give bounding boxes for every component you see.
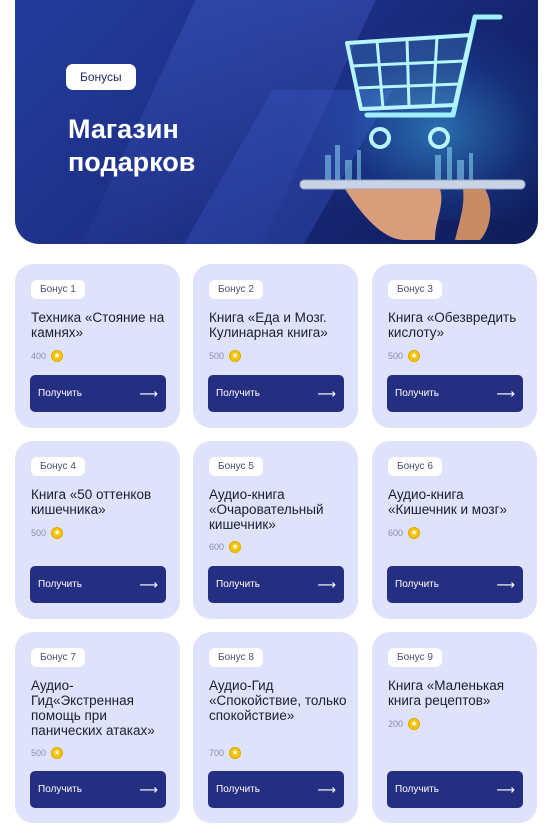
- price-value: 600: [388, 528, 404, 538]
- bonus-card: Бонус 6 Аудио-книга «Кишечник и мозг» 60…: [372, 441, 537, 619]
- get-bonus-button[interactable]: Получить ⟶: [30, 771, 166, 808]
- hero-banner: Бонусы Магазин подарков: [15, 0, 538, 244]
- bonus-card: Бонус 7 Аудио-Гид«Экстренная помощь при …: [15, 632, 180, 823]
- get-bonus-button[interactable]: Получить ⟶: [208, 771, 344, 808]
- coin-icon: ★: [408, 350, 421, 362]
- shopping-cart-icon: [299, 14, 526, 240]
- get-bonus-button[interactable]: Получить ⟶: [387, 375, 523, 412]
- bonus-card: Бонус 3 Книга «Обезвредить кислоту» 500 ★…: [372, 264, 537, 428]
- button-label: Получить: [216, 784, 260, 795]
- arrow-right-icon: ⟶: [317, 782, 336, 797]
- bonus-price: 500 ★: [209, 350, 242, 362]
- button-label: Получить: [38, 579, 82, 590]
- arrow-right-icon: ⟶: [496, 782, 515, 797]
- bonus-card: Бонус 2 Книга «Еда и Мозг. Кулинарная кн…: [193, 264, 358, 428]
- bonus-tag: Бонус 5: [209, 457, 263, 476]
- bonus-tag: Бонус 6: [388, 457, 442, 476]
- get-bonus-button[interactable]: Получить ⟶: [387, 566, 523, 603]
- bonus-tag: Бонус 3: [388, 280, 442, 299]
- get-bonus-button[interactable]: Получить ⟶: [208, 375, 344, 412]
- button-label: Получить: [38, 784, 82, 795]
- bonus-card: Бонус 4 Книга «50 оттенков кишечника» 50…: [15, 441, 180, 619]
- bonus-title: Книга «50 оттенков кишечника»: [31, 487, 152, 517]
- bonus-tag: Бонус 1: [31, 280, 85, 299]
- price-value: 200: [388, 719, 404, 729]
- button-label: Получить: [38, 388, 82, 399]
- get-bonus-button[interactable]: Получить ⟶: [208, 566, 344, 603]
- bonus-title: Аудио-Гид «Спокойствие, только спокойств…: [209, 678, 347, 723]
- bonus-price: 400 ★: [31, 350, 64, 362]
- bonus-title: Аудио-Гид«Экстренная помощь при паническ…: [31, 678, 155, 738]
- bonus-tag: Бонус 8: [209, 648, 263, 667]
- button-label: Получить: [395, 388, 439, 399]
- bonus-price: 600 ★: [388, 527, 421, 539]
- coin-icon: ★: [229, 747, 242, 759]
- coin-icon: ★: [229, 350, 242, 362]
- bonus-title: Аудио-книга «Очаровательный кишечник»: [209, 487, 324, 532]
- coin-icon: ★: [408, 527, 421, 539]
- coin-icon: ★: [51, 527, 64, 539]
- bonus-tag: Бонус 4: [31, 457, 85, 476]
- bonus-badge: Бонусы: [66, 64, 136, 90]
- bonus-title: Книга «Обезвредить кислоту»: [388, 310, 517, 340]
- bonus-price: 500 ★: [388, 350, 421, 362]
- price-value: 700: [209, 748, 225, 758]
- price-value: 400: [31, 351, 47, 361]
- bonus-price: 500 ★: [31, 527, 64, 539]
- price-value: 500: [31, 528, 47, 538]
- price-value: 600: [209, 542, 225, 552]
- coin-icon: ★: [51, 350, 64, 362]
- get-bonus-button[interactable]: Получить ⟶: [30, 375, 166, 412]
- arrow-right-icon: ⟶: [139, 386, 158, 401]
- arrow-right-icon: ⟶: [496, 386, 515, 401]
- bonus-card: Бонус 1 Техника «Стояние на камнях» 400 ★…: [15, 264, 180, 428]
- get-bonus-button[interactable]: Получить ⟶: [30, 566, 166, 603]
- price-value: 500: [388, 351, 404, 361]
- bonus-price: 200 ★: [388, 718, 421, 730]
- bonus-title: Книга «Еда и Мозг. Кулинарная книга»: [209, 310, 328, 340]
- bonus-price: 600 ★: [209, 541, 242, 553]
- bonus-tag: Бонус 2: [209, 280, 263, 299]
- bonus-title: Книга «Маленькая книга рецептов»: [388, 678, 505, 708]
- button-label: Получить: [395, 579, 439, 590]
- coin-icon: ★: [408, 718, 421, 730]
- arrow-right-icon: ⟶: [317, 577, 336, 592]
- arrow-right-icon: ⟶: [139, 577, 158, 592]
- bonus-tag: Бонус 7: [31, 648, 85, 667]
- bonus-title: Техника «Стояние на камнях»: [31, 310, 165, 340]
- coin-icon: ★: [51, 747, 64, 759]
- bonus-card: Бонус 9 Книга «Маленькая книга рецептов»…: [372, 632, 537, 823]
- get-bonus-button[interactable]: Получить ⟶: [387, 771, 523, 808]
- bonus-price: 700 ★: [209, 747, 242, 759]
- arrow-right-icon: ⟶: [317, 386, 336, 401]
- coin-icon: ★: [229, 541, 242, 553]
- arrow-right-icon: ⟶: [139, 782, 158, 797]
- bonus-price: 500 ★: [31, 747, 64, 759]
- arrow-right-icon: ⟶: [496, 577, 515, 592]
- bonus-title: Аудио-книга «Кишечник и мозг»: [388, 487, 508, 517]
- button-label: Получить: [395, 784, 439, 795]
- bonus-card: Бонус 5 Аудио-книга «Очаровательный кише…: [193, 441, 358, 619]
- price-value: 500: [31, 748, 47, 758]
- button-label: Получить: [216, 388, 260, 399]
- button-label: Получить: [216, 579, 260, 590]
- page-title: Магазин подарков: [68, 114, 196, 177]
- bonus-card: Бонус 8 Аудио-Гид «Спокойствие, только с…: [193, 632, 358, 823]
- bonus-tag: Бонус 9: [388, 648, 442, 667]
- price-value: 500: [209, 351, 225, 361]
